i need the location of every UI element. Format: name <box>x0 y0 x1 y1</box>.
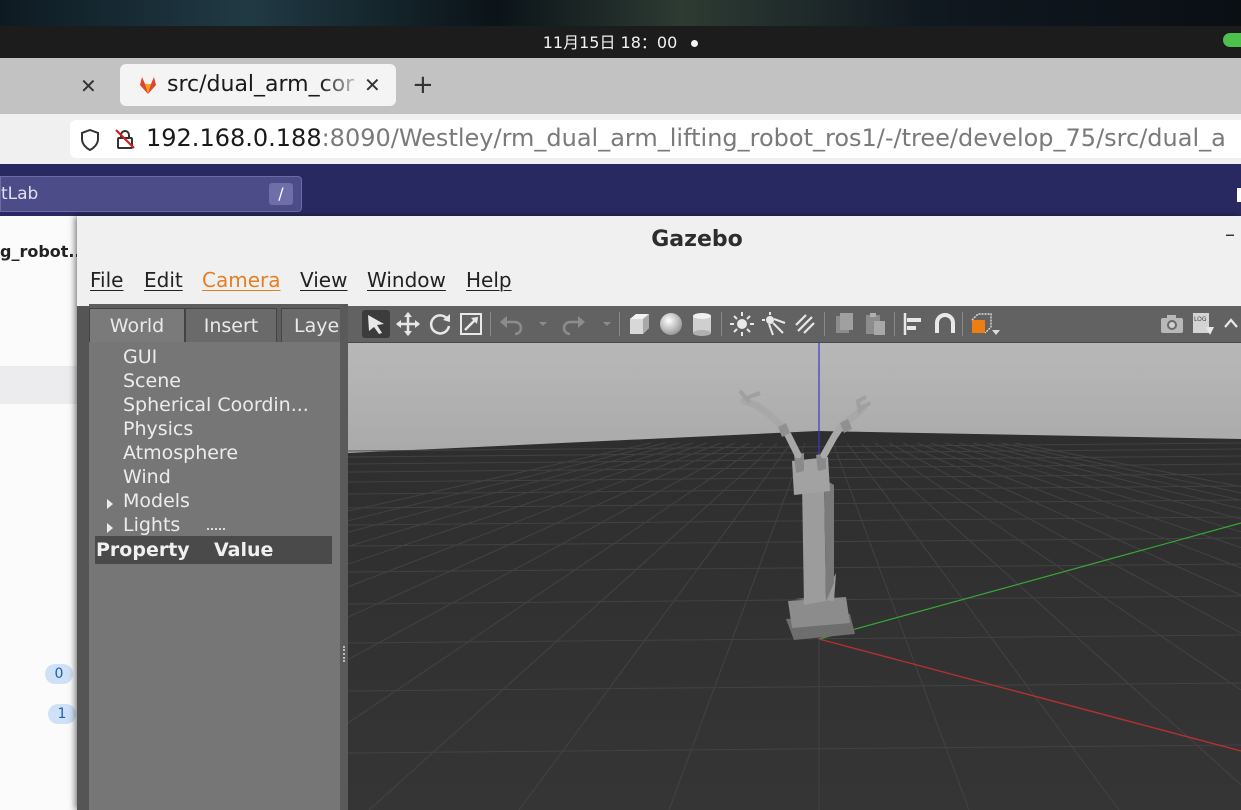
align-icon[interactable] <box>901 311 927 337</box>
cylinder-icon[interactable] <box>689 311 715 337</box>
world-tree-item[interactable]: Physics <box>123 418 193 440</box>
browser-nav-bar: 192.168.0.188:8090/Westley/rm_dual_arm_l… <box>0 114 1241 164</box>
tab-title-fade <box>320 68 366 102</box>
rotate-icon[interactable] <box>427 311 453 337</box>
tab-layers[interactable]: Layers <box>281 308 345 342</box>
project-name[interactable]: g_robot... <box>0 242 87 261</box>
count-badge: 1 <box>48 704 76 724</box>
minimize-button[interactable]: – <box>1225 222 1235 246</box>
url-bar[interactable]: 192.168.0.188:8090/Westley/rm_dual_arm_l… <box>70 120 1241 158</box>
property-table-header: Property Value <box>95 536 332 564</box>
directional-light-icon[interactable] <box>792 311 818 337</box>
tracking-shield-icon[interactable] <box>80 129 100 151</box>
sidebar-active-item[interactable] <box>0 366 78 404</box>
gitlab-header: tLab / <box>0 164 1241 216</box>
url-path: :8090/Westley/rm_dual_arm_lifting_robot_… <box>321 124 1226 152</box>
svg-text:LOG: LOG <box>1194 316 1207 323</box>
toolbar-separator <box>619 312 620 336</box>
toolbar-separator <box>721 312 722 336</box>
view-angle-icon[interactable] <box>968 310 1002 338</box>
clock-text: 11月15日 18：00 <box>542 33 678 52</box>
new-tab-plus-icon[interactable]: + <box>412 70 434 100</box>
scene-viewport[interactable] <box>348 343 1241 810</box>
point-light-icon[interactable] <box>729 311 755 337</box>
splitter-grip-icon[interactable] <box>343 646 347 662</box>
insecure-lock-icon[interactable] <box>114 128 136 150</box>
tab-world[interactable]: World <box>89 308 185 342</box>
menu-file[interactable]: File <box>90 268 123 292</box>
gazebo-toolbar: LOG <box>348 306 1241 343</box>
url-host: 192.168.0.188 <box>146 124 322 152</box>
toolbar-separator <box>894 312 895 336</box>
window-titlebar[interactable]: Gazebo – <box>77 216 1241 263</box>
wechat-tray-icon[interactable] <box>1223 33 1241 47</box>
splitter-handle[interactable] <box>207 528 225 532</box>
menu-edit[interactable]: Edit <box>144 268 183 292</box>
count-badge: 0 <box>45 664 73 684</box>
gitlab-header-edge-icon <box>1237 188 1241 202</box>
toolbar-separator <box>490 312 491 336</box>
menu-camera[interactable]: Camera <box>202 268 281 292</box>
world-tree-item[interactable]: Atmosphere <box>123 442 238 464</box>
box-icon[interactable] <box>626 311 652 337</box>
expand-arrow-icon[interactable] <box>107 499 113 509</box>
scale-icon[interactable] <box>458 311 484 337</box>
world-tree-item[interactable]: Scene <box>123 370 181 392</box>
world-tree-item[interactable]: Spherical Coordin... <box>123 394 309 416</box>
sphere-icon[interactable] <box>658 311 684 337</box>
world-tree-item[interactable]: Lights <box>123 514 180 536</box>
property-column-header[interactable]: Property <box>96 536 190 564</box>
system-top-bar: 11月15日 18：00 <box>0 26 1241 58</box>
previous-tab-close-icon[interactable]: ✕ <box>80 74 97 98</box>
value-column-header[interactable]: Value <box>214 536 273 564</box>
panel-splitter[interactable] <box>340 304 348 810</box>
menu-view[interactable]: View <box>300 268 347 292</box>
desktop-wallpaper <box>0 0 1241 26</box>
search-placeholder: tLab <box>1 184 39 204</box>
window-title: Gazebo <box>651 227 743 252</box>
copy-icon[interactable] <box>831 311 857 337</box>
snap-icon[interactable] <box>932 311 958 337</box>
gitlab-favicon-icon <box>140 77 156 94</box>
log-icon[interactable]: LOG <box>1190 311 1216 337</box>
search-shortcut-badge: / <box>269 183 293 205</box>
world-tree-item[interactable]: Wind <box>123 466 171 488</box>
system-clock[interactable]: 11月15日 18：00 <box>0 26 1241 58</box>
gitlab-search-input[interactable]: tLab / <box>0 176 302 212</box>
paste-icon[interactable] <box>862 311 888 337</box>
menu-window[interactable]: Window <box>367 268 446 292</box>
redo-dropdown-icon[interactable] <box>602 320 612 328</box>
undo-dropdown-icon[interactable] <box>538 320 548 328</box>
select-arrow-icon[interactable] <box>362 310 390 338</box>
browser-tab-active[interactable]: src/dual_arm_cor ✕ <box>120 64 396 106</box>
toolbar-separator <box>824 312 825 336</box>
spot-light-icon[interactable] <box>761 311 787 337</box>
tab-close-icon[interactable]: ✕ <box>364 73 381 97</box>
notification-dot-icon <box>691 40 699 47</box>
world-panel: World Insert Layers GUISceneSpherical Co… <box>89 304 345 810</box>
tab-insert[interactable]: Insert <box>185 308 277 342</box>
world-tree-item[interactable]: GUI <box>123 346 157 368</box>
translate-icon[interactable] <box>395 311 421 337</box>
collapse-chevron-up-icon[interactable] <box>1222 315 1240 333</box>
undo-icon[interactable] <box>498 311 524 337</box>
world-tree-item[interactable]: Models <box>123 490 190 512</box>
gazebo-window: Gazebo – File Edit Camera View Window He… <box>77 216 1241 810</box>
panel-tabs: World Insert Layers <box>89 304 345 342</box>
redo-icon[interactable] <box>561 311 587 337</box>
screenshot-icon[interactable] <box>1159 311 1185 337</box>
url-text: 192.168.0.188:8090/Westley/rm_dual_arm_l… <box>146 124 1226 152</box>
gitlab-sidebar: g_robot... 0 1 <box>0 216 87 810</box>
menu-bar: File Edit Camera View Window Help <box>77 262 1241 306</box>
toolbar-separator <box>962 312 963 336</box>
menu-help[interactable]: Help <box>466 268 512 292</box>
expand-arrow-icon[interactable] <box>107 523 113 533</box>
browser-tab-bar: ✕ src/dual_arm_cor ✕ + <box>0 58 1241 114</box>
